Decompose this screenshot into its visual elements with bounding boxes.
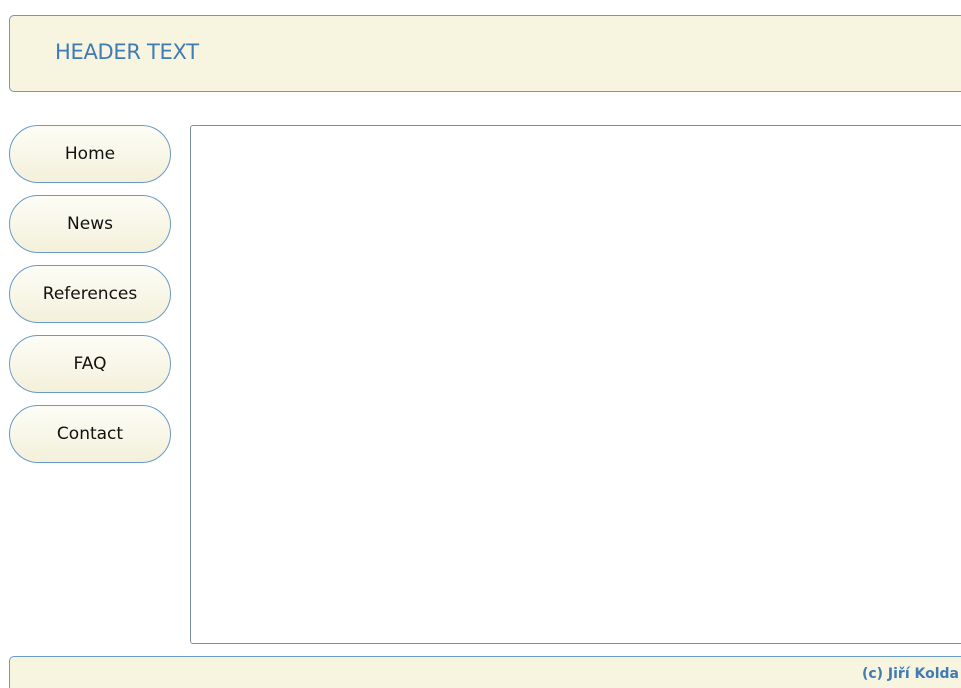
nav-button-contact[interactable]: Contact — [9, 405, 171, 463]
nav-button-references[interactable]: References — [9, 265, 171, 323]
page: HEADER TEXT Home News References FAQ Con… — [0, 0, 961, 688]
nav-button-news[interactable]: News — [9, 195, 171, 253]
footer-copyright: (c) Jiří Kolda — [861, 666, 959, 682]
main-content-area — [190, 125, 961, 644]
nav-button-home[interactable]: Home — [9, 125, 171, 183]
footer-bar: (c) Jiří Kolda — [9, 656, 961, 688]
header-bar: HEADER TEXT — [9, 15, 961, 92]
header-title: HEADER TEXT — [55, 40, 199, 64]
nav-button-faq[interactable]: FAQ — [9, 335, 171, 393]
